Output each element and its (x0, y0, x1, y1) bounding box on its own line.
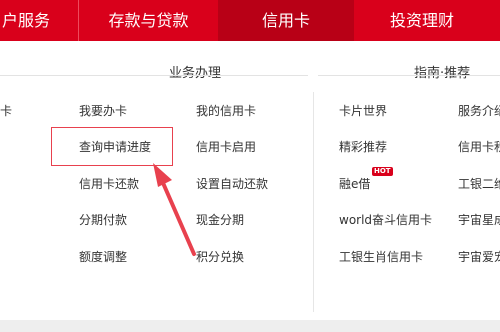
link-universe-pet[interactable]: 宇宙爱宠 (458, 249, 500, 265)
link-credit-limit-adjustment[interactable]: 额度调整 (79, 249, 127, 265)
link-credit-card-points[interactable]: 信用卡积 (458, 139, 500, 155)
link-zodiac-credit-card[interactable]: 工银生肖信用卡 (339, 249, 423, 265)
link-set-auto-repayment[interactable]: 设置自动还款 (196, 176, 268, 192)
guide-section-title: 指南·推荐 (414, 66, 471, 81)
top-navigation-bar: 户服务 存款与贷款 信用卡 投资理财 (0, 0, 500, 41)
link-featured-recommendations[interactable]: 精彩推荐 (339, 139, 387, 155)
link-my-credit-card[interactable]: 我的信用卡 (196, 103, 256, 119)
nav-item-account-service[interactable]: 户服务 (0, 0, 66, 41)
nav-item-deposits-loans[interactable]: 存款与贷款 (79, 0, 218, 41)
link-installment-payment[interactable]: 分期付款 (79, 212, 127, 228)
link-credit-card-repayment[interactable]: 信用卡还款 (79, 176, 139, 192)
highlight-box (51, 127, 173, 166)
business-divider (0, 75, 308, 76)
annotation-arrow (153, 163, 196, 256)
link-rong-e-jie[interactable]: 融e借 (339, 176, 370, 192)
link-world-striver-card[interactable]: world奋斗信用卡 (339, 212, 432, 228)
hot-badge: HOT (372, 167, 393, 176)
link-universe-star[interactable]: 宇宙星成 (458, 212, 500, 228)
link-apply-card[interactable]: 我要办卡 (79, 103, 127, 119)
business-section-title: 业务办理 (169, 66, 222, 81)
link-points-redemption[interactable]: 积分兑换 (196, 249, 244, 265)
nav-item-credit-card[interactable]: 信用卡 (218, 0, 354, 41)
column-divider (313, 92, 314, 312)
link-service-intro[interactable]: 服务介绍 (458, 103, 500, 119)
bottom-bar (0, 320, 500, 332)
nav-item-investment[interactable]: 投资理财 (354, 0, 490, 41)
business-link-card-partial[interactable]: 卡 (0, 103, 12, 119)
link-icbc-qr[interactable]: 工银二维 (458, 176, 500, 192)
link-cash-installment[interactable]: 现金分期 (196, 212, 244, 228)
link-credit-card-activation[interactable]: 信用卡启用 (196, 139, 256, 155)
link-card-world[interactable]: 卡片世界 (339, 103, 387, 119)
guide-divider (318, 75, 500, 76)
